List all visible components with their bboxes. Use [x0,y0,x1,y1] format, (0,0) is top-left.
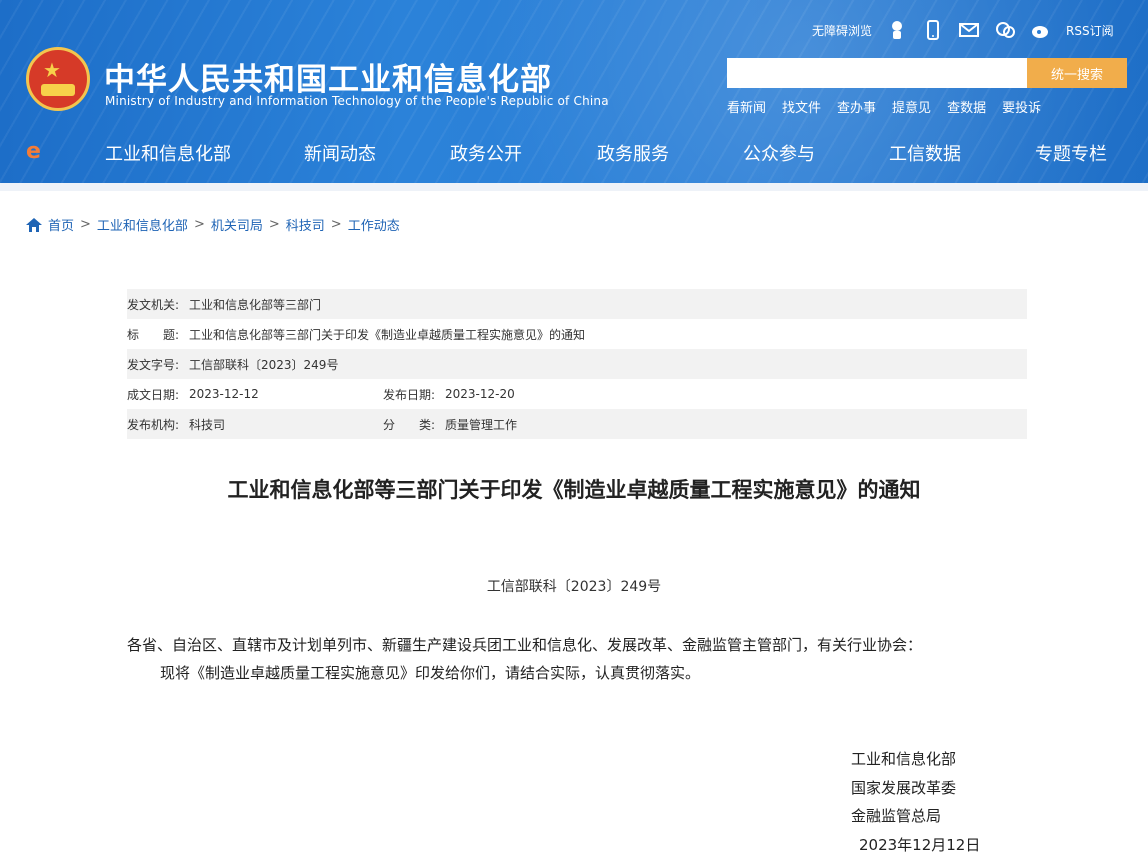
meta-row-issuer: 发文机关: 工业和信息化部等三部门 [127,289,1027,319]
meta-value: 工信部联科〔2023〕249号 [189,357,339,372]
signatory-ndrc: 国家发展改革委 [851,779,957,797]
breadcrumb-departments[interactable]: 机关司局 [211,215,263,234]
nav-item-special-topics[interactable]: 专题专栏 [1035,140,1107,166]
search-input[interactable] [727,58,1027,88]
star-icon: ★ [43,58,61,82]
accessibility-link[interactable]: 无障碍浏览 [812,22,872,39]
meta-value: 科技司 [189,417,226,432]
mobile-icon[interactable] [922,19,944,41]
quick-link-news[interactable]: 看新闻 [727,97,766,116]
quick-link-complaint[interactable]: 要投诉 [1002,97,1041,116]
breadcrumb-separator: > [80,217,91,232]
document-meta-table: 发文机关: 工业和信息化部等三部门 标 题: 工业和信息化部等三部门关于印发《制… [127,289,1027,439]
miit-logo-icon[interactable]: e [26,141,48,163]
meta-label: 发布日期: [383,387,436,402]
meta-value: 2023-12-20 [445,387,515,401]
site-header: ★ 中华人民共和国工业和信息化部 Ministry of Industry an… [0,0,1148,183]
breadcrumb-work-news[interactable]: 工作动态 [348,215,400,234]
meta-value: 2023-12-12 [189,387,259,401]
quick-link-data[interactable]: 查数据 [947,97,986,116]
search-button[interactable]: 统一搜索 [1027,58,1127,88]
breadcrumb-home[interactable]: 首页 [48,215,74,234]
document-body: 现将《制造业卓越质量工程实施意见》印发给你们，请结合实际，认真贯彻落实。 [160,664,701,682]
meta-label: 标 题: [127,327,180,342]
breadcrumb: 首页 > 工业和信息化部 > 机关司局 > 科技司 > 工作动态 [26,215,400,234]
meta-row-doc-no: 发文字号: 工信部联科〔2023〕249号 [127,349,1027,379]
nav-item-public-affairs[interactable]: 政务公开 [450,140,522,166]
main-nav: e 工业和信息化部 新闻动态 政务公开 政务服务 公众参与 工信数据 专题专栏 [0,132,1148,170]
meta-label: 发文机关: [127,297,180,312]
emblem-base [41,84,75,96]
quick-links: 看新闻 找文件 查办事 提意见 查数据 要投诉 [727,97,1041,116]
meta-row-publisher: 发布机构: 科技司 分 类: 质量管理工作 [127,409,1027,439]
meta-row-title: 标 题: 工业和信息化部等三部门关于印发《制造业卓越质量工程实施意见》的通知 [127,319,1027,349]
breadcrumb-separator: > [330,217,342,232]
nav-item-gov-services[interactable]: 政务服务 [597,140,669,166]
top-links: 无障碍浏览 RSS订阅 [812,16,1114,44]
document-date: 2023年12月12日 [859,836,981,854]
quick-link-services[interactable]: 查办事 [837,97,876,116]
nav-item-news[interactable]: 新闻动态 [304,140,376,166]
national-emblem-icon: ★ [26,47,90,111]
meta-label: 发文字号: [127,357,180,372]
weibo-icon[interactable] [1030,19,1052,41]
nav-item-public-participation[interactable]: 公众参与 [743,140,815,166]
meta-value: 工业和信息化部等三部门 [189,297,322,312]
header-divider [0,183,1148,191]
meta-label: 分 类: [383,417,436,432]
nav-item-miit[interactable]: 工业和信息化部 [105,140,231,166]
meta-row-dates: 成文日期: 2023-12-12 发布日期: 2023-12-20 [127,379,1027,409]
wechat-icon[interactable] [994,19,1016,41]
breadcrumb-miit[interactable]: 工业和信息化部 [97,215,188,234]
quick-link-feedback[interactable]: 提意见 [892,97,931,116]
home-icon[interactable] [26,217,42,232]
document-title: 工业和信息化部等三部门关于印发《制造业卓越质量工程实施意见》的通知 [227,478,921,502]
quick-link-files[interactable]: 找文件 [782,97,821,116]
signatory-nfra: 金融监管总局 [851,807,942,825]
site-subtitle: Ministry of Industry and Information Tec… [105,94,609,108]
robot-assistant-icon[interactable] [886,19,908,41]
meta-label: 发布机构: [127,417,180,432]
breadcrumb-separator: > [268,217,280,232]
breadcrumb-separator: > [193,217,205,232]
signatory-miit: 工业和信息化部 [851,750,957,768]
rss-link[interactable]: RSS订阅 [1066,22,1114,39]
meta-label: 成文日期: [127,387,180,402]
document-number: 工信部联科〔2023〕249号 [486,579,662,595]
document-addressee: 各省、自治区、直辖市及计划单列市、新疆生产建设兵团工业和信息化、发展改革、金融监… [127,636,923,654]
mail-icon[interactable] [958,19,980,41]
nav-item-miit-data[interactable]: 工信数据 [889,140,961,166]
breadcrumb-science-dept[interactable]: 科技司 [286,215,325,234]
meta-value: 质量管理工作 [445,417,518,432]
meta-value: 工业和信息化部等三部门关于印发《制造业卓越质量工程实施意见》的通知 [189,327,586,342]
site-title[interactable]: 中华人民共和国工业和信息化部 [104,54,552,99]
